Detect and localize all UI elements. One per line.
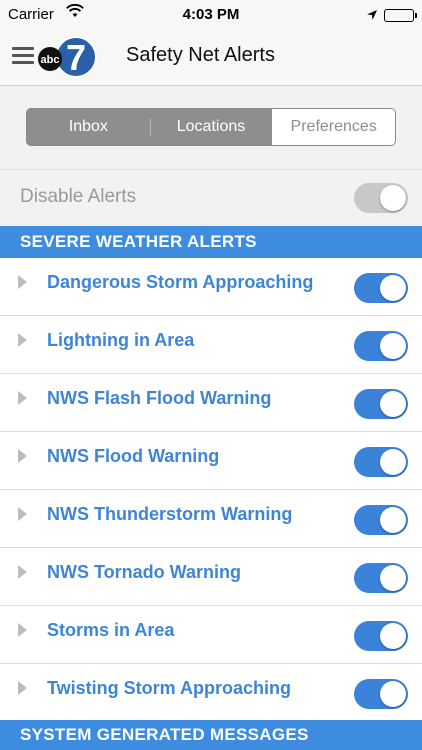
alert-label: Twisting Storm Approaching <box>47 678 291 698</box>
nav-bar: 7 abc Safety Net Alerts <box>0 30 422 86</box>
alert-label: NWS Thunderstorm Warning <box>47 504 293 524</box>
alert-toggle[interactable] <box>354 389 408 419</box>
disclosure-arrow-icon[interactable] <box>18 275 27 289</box>
disclosure-arrow-icon[interactable] <box>18 507 27 521</box>
battery-icon <box>384 9 417 22</box>
alert-row-dangerous-storm[interactable]: Dangerous Storm Approaching <box>0 258 422 316</box>
abc7-logo: 7 abc <box>38 36 97 78</box>
alert-toggle[interactable] <box>354 621 408 651</box>
clock: 4:03 PM <box>182 6 240 23</box>
alert-toggle[interactable] <box>354 447 408 477</box>
tab-preferences[interactable]: Preferences <box>272 109 395 145</box>
page-title: Safety Net Alerts <box>126 44 275 66</box>
toggle-knob <box>380 185 406 211</box>
disclosure-arrow-icon[interactable] <box>18 449 27 463</box>
alert-label: Storms in Area <box>47 620 175 640</box>
alert-toggle[interactable] <box>354 563 408 593</box>
toggle-knob <box>380 333 406 359</box>
alert-label: NWS Flash Flood Warning <box>47 388 272 408</box>
disclosure-arrow-icon[interactable] <box>18 623 27 637</box>
alert-label: NWS Tornado Warning <box>47 562 241 582</box>
logo-abc-text: abc <box>41 54 60 66</box>
alert-list: Dangerous Storm Approaching Lightning in… <box>0 258 422 722</box>
alert-row-flash-flood[interactable]: NWS Flash Flood Warning <box>0 374 422 432</box>
disable-alerts-toggle[interactable] <box>354 183 408 213</box>
location-arrow-icon <box>366 8 378 25</box>
alert-row-storms-in-area[interactable]: Storms in Area <box>0 606 422 664</box>
alert-row-flood[interactable]: NWS Flood Warning <box>0 432 422 490</box>
toggle-knob <box>380 449 406 475</box>
alert-row-tornado[interactable]: NWS Tornado Warning <box>0 548 422 606</box>
status-bar: Carrier 4:03 PM <box>0 0 422 30</box>
tab-locations[interactable]: Locations <box>149 109 273 145</box>
hamburger-menu-icon[interactable] <box>12 47 34 67</box>
toggle-knob <box>380 275 406 301</box>
alert-label: Lightning in Area <box>47 330 195 350</box>
alert-toggle[interactable] <box>354 679 408 709</box>
disclosure-arrow-icon[interactable] <box>18 681 27 695</box>
tab-bar-container: Inbox Locations Preferences <box>0 86 422 170</box>
toggle-knob <box>380 507 406 533</box>
alert-row-thunderstorm[interactable]: NWS Thunderstorm Warning <box>0 490 422 548</box>
section-header-severe-weather: SEVERE WEATHER ALERTS <box>0 226 422 258</box>
tab-inbox[interactable]: Inbox <box>27 109 150 145</box>
alert-label: Dangerous Storm Approaching <box>47 272 314 292</box>
disclosure-arrow-icon[interactable] <box>18 333 27 347</box>
alert-row-lightning[interactable]: Lightning in Area <box>0 316 422 374</box>
toggle-knob <box>380 623 406 649</box>
alert-label: NWS Flood Warning <box>47 446 220 466</box>
toggle-knob <box>380 681 406 707</box>
alert-toggle[interactable] <box>354 273 408 303</box>
disable-alerts-label: Disable Alerts <box>20 186 137 207</box>
disclosure-arrow-icon[interactable] <box>18 565 27 579</box>
disable-alerts-row: Disable Alerts <box>0 170 422 226</box>
logo-number: 7 <box>66 37 86 78</box>
section-header-system-generated: SYSTEM GENERATED MESSAGES <box>0 720 422 750</box>
segmented-control: Inbox Locations Preferences <box>26 108 396 146</box>
alert-toggle[interactable] <box>354 505 408 535</box>
alert-row-twisting-storm[interactable]: Twisting Storm Approaching <box>0 664 422 722</box>
toggle-knob <box>380 565 406 591</box>
alert-toggle[interactable] <box>354 331 408 361</box>
disclosure-arrow-icon[interactable] <box>18 391 27 405</box>
toggle-knob <box>380 391 406 417</box>
